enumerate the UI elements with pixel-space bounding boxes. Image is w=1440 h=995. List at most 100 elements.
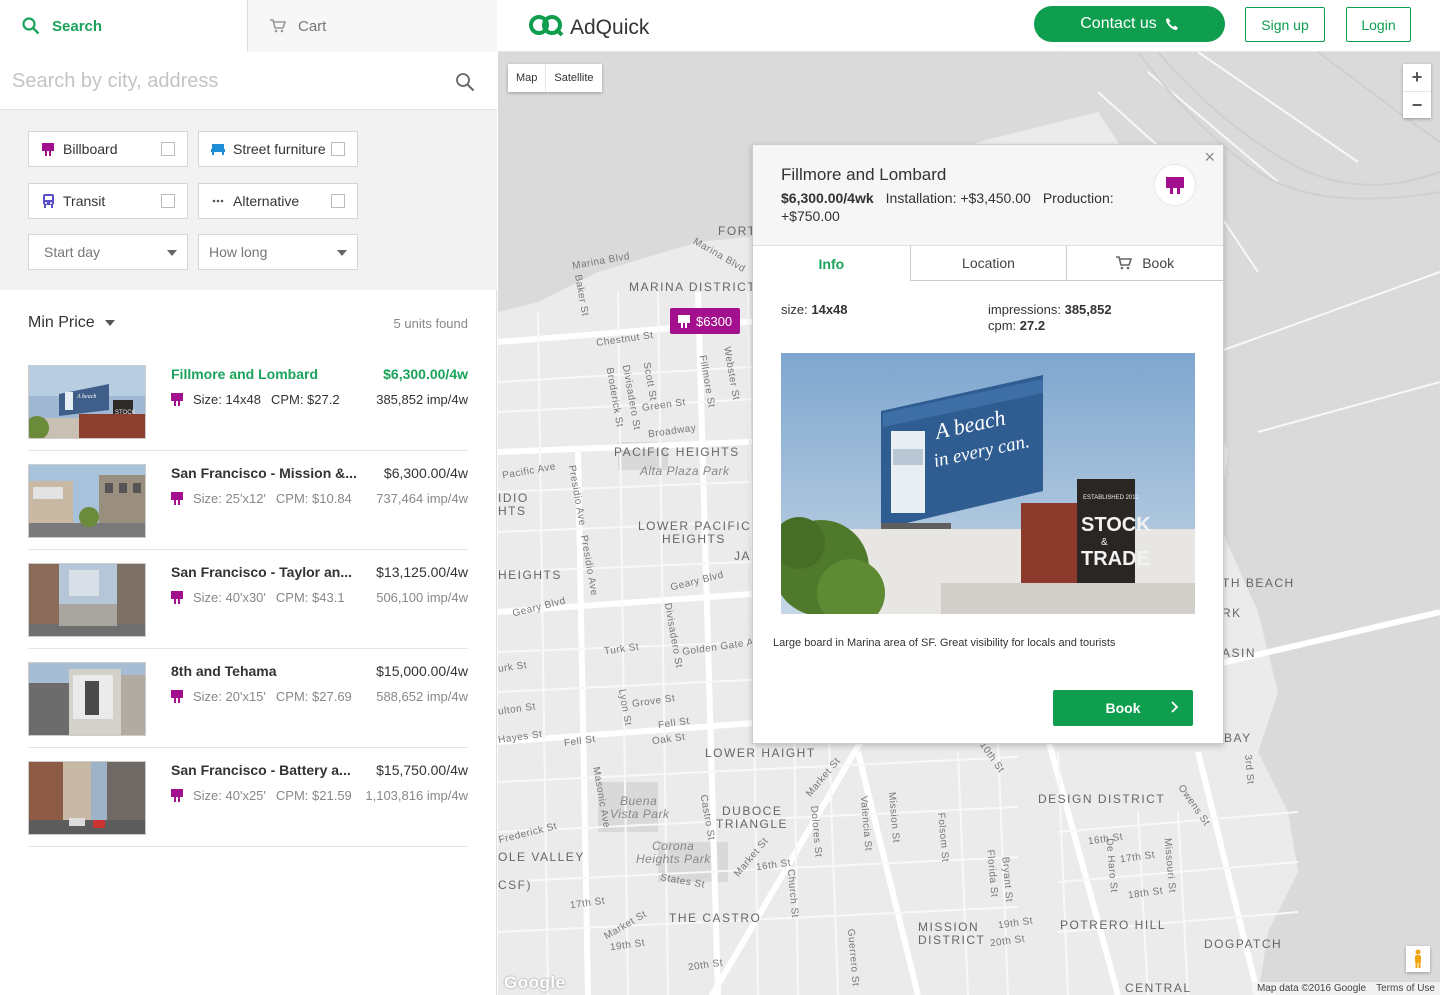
book-button-label: Book (1105, 700, 1141, 716)
billboard-icon (678, 314, 690, 328)
filter-alternative-label: Alternative (233, 193, 300, 209)
item-meta: Size: 40'x30' CPM: $43.1 (171, 590, 345, 605)
street-view-pegman-icon[interactable] (1406, 946, 1430, 972)
list-item[interactable]: 8th and Tehama $15,000.00/4w Size: 20'x1… (28, 649, 468, 748)
map-label: CENTRAL (1125, 981, 1192, 995)
popup-title: Fillmore and Lombard (781, 165, 947, 184)
billboard-icon (171, 591, 183, 604)
left-panel: Search Cart Billboard Street furniture (0, 0, 497, 995)
filter-street-furniture-label: Street furniture (233, 141, 326, 157)
adquick-logo-icon (528, 13, 564, 42)
tab-book[interactable]: Book (1066, 246, 1224, 281)
header: AdQuick Contact us Sign up Login (498, 0, 1440, 52)
book-button[interactable]: Book (1053, 690, 1193, 726)
popup-info: size: 14x48 impressions: 385,852 cpm: 27… (781, 302, 1201, 333)
billboard-photo: A beach in every can. ESTABLISHED 2012 S… (781, 353, 1195, 614)
tab-cart[interactable]: Cart (248, 0, 497, 52)
item-size: Size: 40'x30' (193, 590, 266, 605)
search-submit-icon[interactable] (455, 72, 475, 97)
map-label: HTS (498, 504, 527, 518)
item-impressions: 1,103,816 imp/4w (365, 788, 468, 803)
billboard-icon (171, 393, 183, 406)
filter-billboard[interactable]: Billboard (28, 131, 188, 167)
map-label: MISSION (918, 920, 980, 934)
billboard-icon (171, 789, 183, 802)
map-label: LOWER HAIGHT (705, 746, 816, 760)
cpm-label: cpm: (988, 318, 1017, 333)
filter-transit[interactable]: Transit (28, 183, 188, 219)
listing-popup: × Fillmore and Lombard $6,300.00/4wk Inst… (752, 144, 1224, 744)
map-attribution: Map data ©2016 Google Terms of Use (1251, 982, 1440, 995)
more-dots-icon (211, 199, 225, 203)
map-label: IDIO (498, 491, 529, 505)
item-meta: Size: 40'x25' CPM: $21.59 (171, 788, 352, 803)
map-label: LOWER PACIFIC (638, 519, 752, 533)
login-button[interactable]: Login (1346, 7, 1411, 42)
item-cpm: CPM: $10.84 (275, 491, 352, 506)
brand-logo[interactable]: AdQuick (528, 13, 649, 42)
popup-price: $6,300.00/4wk (781, 190, 874, 206)
map-label: DISTRICT (918, 933, 986, 947)
item-size: Size: 14x48 (193, 392, 261, 407)
zoom-in-button[interactable]: + (1403, 64, 1431, 91)
tab-info[interactable]: Info (753, 246, 910, 281)
list-item[interactable]: A beach STOCK Fillmore and Lombard $6,30… (28, 352, 468, 451)
popup-production-value: +$750.00 (781, 208, 840, 224)
map-type-toggle: Map Satellite (508, 64, 602, 92)
terms-link[interactable]: Terms of Use (1371, 982, 1440, 995)
list-item[interactable]: San Francisco - Battery a... $15,750.00/… (28, 748, 468, 847)
map-price-pin[interactable]: $6300 (670, 308, 741, 334)
map-label: DESIGN DISTRICT (1038, 792, 1166, 806)
tab-search[interactable]: Search (0, 0, 248, 52)
map-type-satellite[interactable]: Satellite (545, 64, 601, 92)
list-item[interactable]: San Francisco - Taylor an... $13,125.00/… (28, 550, 468, 649)
popup-stats: impressions: 385,852 cpm: 27.2 (988, 302, 1112, 334)
impressions-value: 385,852 (1064, 302, 1112, 317)
map[interactable]: FORT MARINA DISTRICT PACIFIC HEIGHTS Alt… (498, 52, 1440, 995)
tab-search-label: Search (52, 17, 103, 35)
billboard-checkbox[interactable] (161, 142, 175, 156)
item-price: $15,750.00/4w (376, 762, 468, 778)
filter-street-furniture[interactable]: Street furniture (198, 131, 358, 167)
item-impressions: 588,652 imp/4w (376, 689, 468, 704)
item-price: $6,300.00/4w (383, 465, 468, 481)
item-name[interactable]: Fillmore and Lombard (171, 366, 318, 382)
svg-text:A beach: A beach (76, 394, 96, 400)
billboard-icon (41, 142, 55, 156)
billboard-thumbnail (28, 662, 146, 736)
map-type-map[interactable]: Map (508, 64, 545, 92)
close-icon[interactable]: × (1204, 147, 1215, 168)
tab-book-label: Book (1142, 255, 1175, 271)
cpm-value: 27.2 (1019, 318, 1046, 333)
search-icon (22, 17, 40, 35)
billboard-thumbnail (28, 563, 146, 637)
alternative-checkbox[interactable] (331, 194, 345, 208)
list-item[interactable]: San Francisco - Mission &... $6,300.00/4… (28, 451, 468, 550)
map-label: CSF) (498, 878, 532, 892)
item-meta: Size: 20'x15' CPM: $27.69 (171, 689, 352, 704)
item-name[interactable]: San Francisco - Battery a... (171, 762, 351, 778)
google-logo: Google (504, 973, 566, 992)
how-long-select[interactable]: How long (198, 234, 358, 270)
item-name[interactable]: San Francisco - Taylor an... (171, 564, 352, 580)
map-label: Alta Plaza Park (640, 464, 730, 478)
pin-price-label: $6300 (696, 313, 733, 329)
sort-label: Min Price (28, 314, 95, 331)
transit-checkbox[interactable] (161, 194, 175, 208)
filter-alternative[interactable]: Alternative (198, 183, 358, 219)
street-furniture-checkbox[interactable] (331, 142, 345, 156)
contact-button[interactable]: Contact us (1034, 6, 1225, 42)
start-day-select[interactable]: Start day (28, 234, 188, 270)
map-label: Buena (620, 794, 658, 808)
tab-location[interactable]: Location (909, 246, 1067, 281)
search-input[interactable] (12, 64, 432, 98)
zoom-out-button[interactable]: − (1403, 91, 1431, 118)
item-name[interactable]: San Francisco - Mission &... (171, 465, 357, 481)
billboard-thumbnail: A beach STOCK (28, 365, 146, 439)
impressions-label: impressions: (988, 302, 1061, 317)
signup-button[interactable]: Sign up (1245, 7, 1325, 42)
billboard-icon (171, 492, 183, 505)
item-name[interactable]: 8th and Tehama (171, 663, 277, 679)
map-label: HEIGHTS (662, 532, 726, 546)
brand-name: AdQuick (570, 15, 650, 39)
